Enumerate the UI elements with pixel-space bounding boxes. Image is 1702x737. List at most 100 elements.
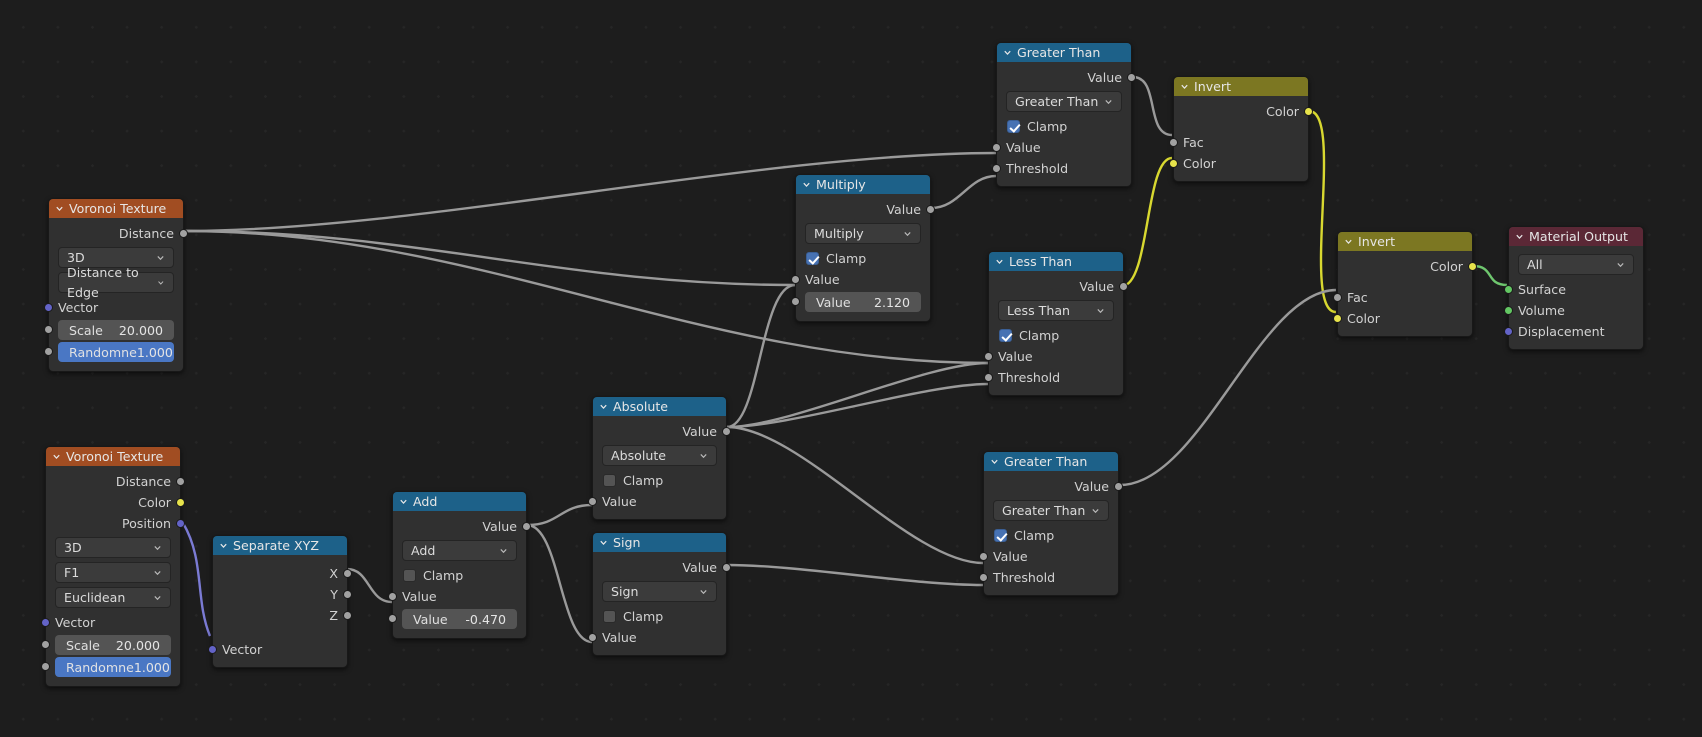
input-vector[interactable]: Vector xyxy=(44,297,183,318)
node-header[interactable]: Multiply xyxy=(796,175,930,194)
clamp-checkbox[interactable] xyxy=(603,474,616,487)
socket-vector-input[interactable] xyxy=(41,617,50,627)
input-value[interactable]: Value xyxy=(588,627,726,648)
socket-vector-input[interactable] xyxy=(208,644,217,654)
field-scale[interactable]: Scale 20.000 xyxy=(44,320,174,340)
chevron-down-icon[interactable] xyxy=(995,257,1004,266)
clamp-checkbox[interactable] xyxy=(999,329,1012,342)
node-header[interactable]: Absolute xyxy=(593,397,726,416)
chevron-down-icon[interactable] xyxy=(1344,237,1353,246)
socket-scale-input[interactable] xyxy=(44,325,53,334)
socket-surface-input[interactable] xyxy=(1504,284,1513,294)
input-color[interactable]: Color xyxy=(1169,153,1308,174)
chevron-down-icon[interactable] xyxy=(219,541,228,550)
node-math-greater-than-2[interactable]: Greater Than Value Greater Than Clamp Va… xyxy=(979,451,1123,596)
socket-value-output[interactable] xyxy=(722,562,731,572)
input-threshold[interactable]: Threshold xyxy=(992,158,1131,179)
node-header[interactable]: Sign xyxy=(593,533,726,552)
input-value[interactable]: Value xyxy=(388,586,526,607)
node-math-sign[interactable]: Sign Value Sign Clamp Value xyxy=(588,532,731,656)
checkbox-clamp-row[interactable]: Clamp xyxy=(393,565,526,586)
dropdown-operation[interactable]: Less Than xyxy=(998,300,1114,321)
clamp-checkbox[interactable] xyxy=(994,529,1007,542)
node-material-output[interactable]: Material Output All Surface Volume Displ… xyxy=(1504,226,1644,350)
socket-position-output[interactable] xyxy=(176,518,185,528)
socket-volume-input[interactable] xyxy=(1504,305,1513,315)
node-invert-2[interactable]: Invert Color Fac Color xyxy=(1333,231,1477,337)
node-header[interactable]: Add xyxy=(393,492,526,511)
output-value[interactable]: Value xyxy=(593,421,731,442)
socket-y-output[interactable] xyxy=(343,589,352,599)
field-randomness[interactable]: Randomne 1.000 xyxy=(41,657,171,677)
socket-scale-input[interactable] xyxy=(41,640,50,649)
output-value[interactable]: Value xyxy=(593,557,731,578)
node-editor-canvas[interactable]: Voronoi Texture Distance 3D Distance to … xyxy=(0,0,1702,737)
socket-value-input[interactable] xyxy=(992,142,1001,152)
dropdown-feature[interactable]: Distance to Edge xyxy=(58,265,174,300)
socket-z-output[interactable] xyxy=(343,610,352,620)
input-volume[interactable]: Volume xyxy=(1504,300,1643,321)
input-value[interactable]: Value xyxy=(979,546,1118,567)
input-value[interactable]: Value xyxy=(588,491,726,512)
socket-threshold-input[interactable] xyxy=(984,372,993,382)
output-z[interactable]: Z xyxy=(213,605,352,626)
node-header[interactable]: Voronoi Texture xyxy=(49,199,183,218)
input-color[interactable]: Color xyxy=(1333,308,1472,329)
chevron-down-icon[interactable] xyxy=(990,457,999,466)
checkbox-clamp-row[interactable]: Clamp xyxy=(593,606,726,627)
dropdown-operation[interactable]: Absolute xyxy=(602,445,717,466)
output-value[interactable]: Value xyxy=(393,516,531,537)
input-surface[interactable]: Surface xyxy=(1504,279,1643,300)
socket-fac-input[interactable] xyxy=(1333,292,1342,302)
dropdown-operation[interactable]: Add xyxy=(402,540,517,561)
socket-value-input[interactable] xyxy=(979,551,988,561)
output-color[interactable]: Color xyxy=(1174,101,1313,122)
socket-fac-input[interactable] xyxy=(1169,137,1178,147)
socket-value2-input[interactable] xyxy=(791,297,800,306)
output-y[interactable]: Y xyxy=(213,584,352,605)
output-color[interactable]: Color xyxy=(46,492,185,513)
input-value[interactable]: Value xyxy=(791,269,930,290)
dropdown-distance-metric[interactable]: Euclidean xyxy=(55,587,171,608)
node-header[interactable]: Voronoi Texture xyxy=(46,447,180,466)
socket-value-output[interactable] xyxy=(522,521,531,531)
socket-value-input[interactable] xyxy=(791,274,800,284)
checkbox-clamp-row[interactable]: Clamp xyxy=(989,325,1123,346)
chevron-down-icon[interactable] xyxy=(1003,48,1012,57)
output-color[interactable]: Color xyxy=(1338,256,1477,277)
socket-randomness-input[interactable] xyxy=(41,662,50,671)
node-math-add[interactable]: Add Value Add Clamp Value Value -0.470 xyxy=(388,491,531,639)
node-voronoi-texture-2[interactable]: Voronoi Texture Distance Color Position … xyxy=(41,446,185,687)
checkbox-clamp-row[interactable]: Clamp xyxy=(997,116,1131,137)
node-invert-1[interactable]: Invert Color Fac Color xyxy=(1169,76,1313,182)
socket-color-input[interactable] xyxy=(1333,313,1342,323)
output-value[interactable]: Value xyxy=(984,476,1123,497)
socket-displacement-input[interactable] xyxy=(1504,326,1513,336)
dropdown-operation[interactable]: Multiply xyxy=(805,223,921,244)
node-header[interactable]: Greater Than xyxy=(997,43,1131,62)
socket-value-input[interactable] xyxy=(984,351,993,361)
field-randomness[interactable]: Randomne 1.000 xyxy=(44,342,174,362)
node-math-greater-than-1[interactable]: Greater Than Value Greater Than Clamp Va… xyxy=(992,42,1136,187)
checkbox-clamp-row[interactable]: Clamp xyxy=(984,525,1118,546)
input-vector[interactable]: Vector xyxy=(208,639,347,660)
input-fac[interactable]: Fac xyxy=(1333,287,1472,308)
field-value[interactable]: Value 2.120 xyxy=(791,292,921,312)
socket-value-output[interactable] xyxy=(722,426,731,436)
checkbox-clamp-row[interactable]: Clamp xyxy=(796,248,930,269)
dropdown-dimensions[interactable]: 3D xyxy=(55,537,171,558)
socket-vector-input[interactable] xyxy=(44,302,53,312)
node-header[interactable]: Separate XYZ xyxy=(213,536,347,555)
clamp-checkbox[interactable] xyxy=(403,569,416,582)
output-value[interactable]: Value xyxy=(997,67,1136,88)
clamp-checkbox[interactable] xyxy=(603,610,616,623)
dropdown-operation[interactable]: Greater Than xyxy=(1006,91,1122,112)
input-value[interactable]: Value xyxy=(984,346,1123,367)
dropdown-target[interactable]: All xyxy=(1518,254,1634,275)
socket-threshold-input[interactable] xyxy=(992,163,1001,173)
node-math-absolute[interactable]: Absolute Value Absolute Clamp Value xyxy=(588,396,731,520)
socket-value-output[interactable] xyxy=(1119,281,1128,291)
node-header[interactable]: Greater Than xyxy=(984,452,1118,471)
socket-randomness-input[interactable] xyxy=(44,347,53,356)
socket-color-output[interactable] xyxy=(176,497,185,507)
